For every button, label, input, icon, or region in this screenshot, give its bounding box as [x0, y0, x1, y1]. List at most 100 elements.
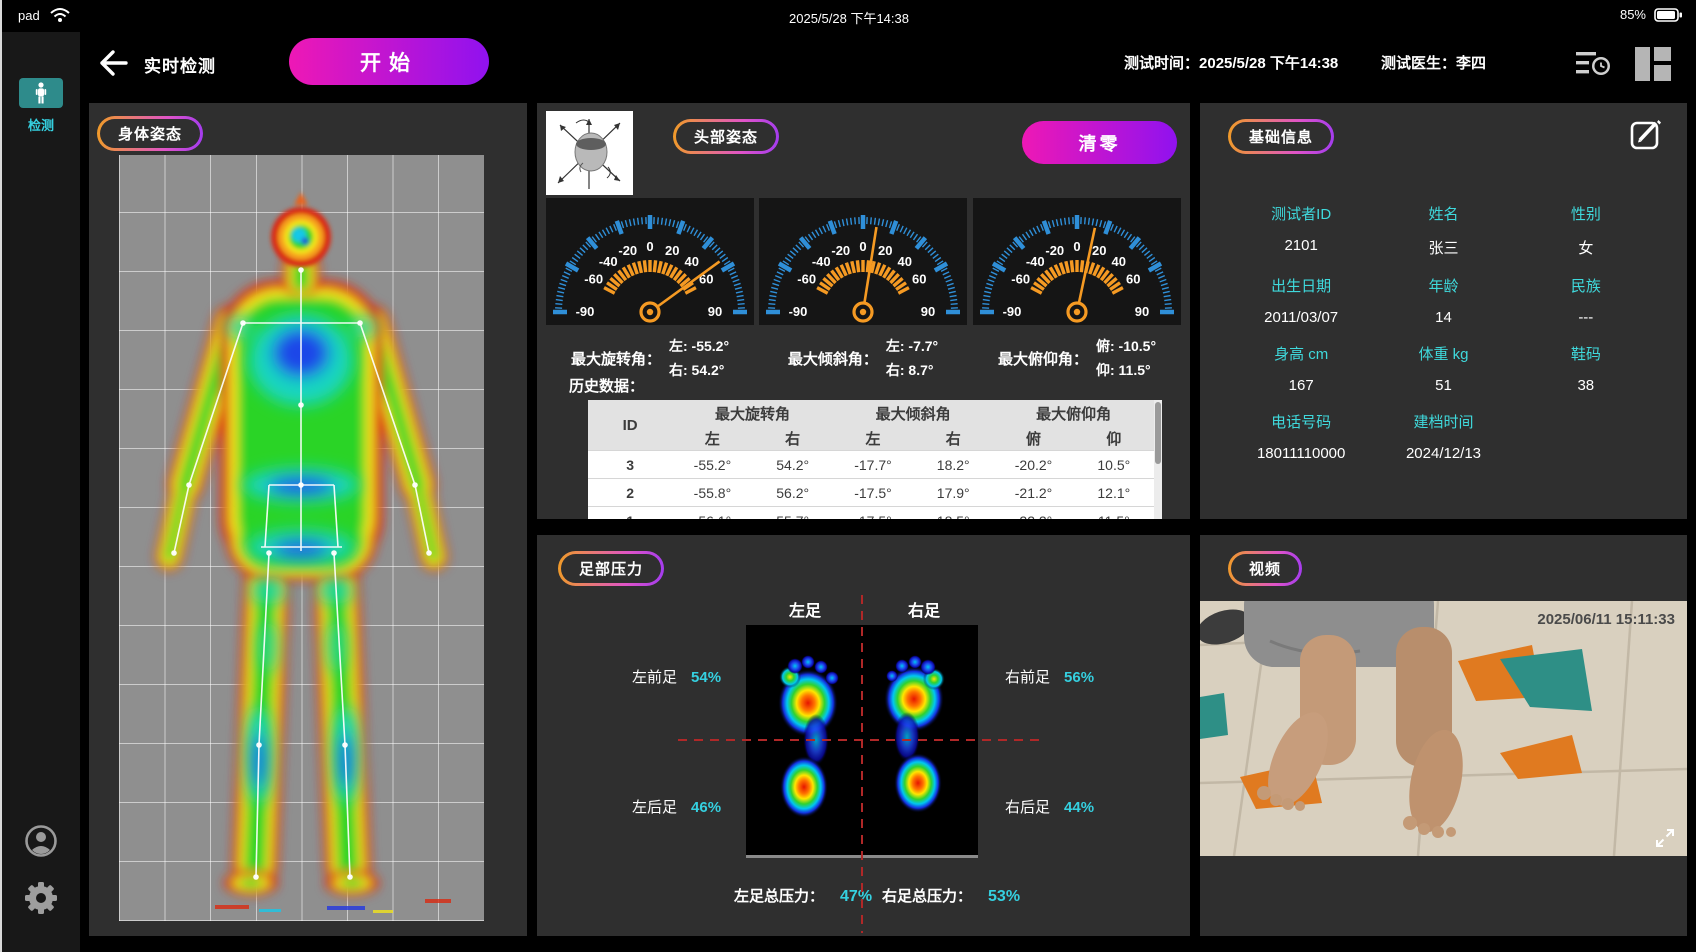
clear-button[interactable]: 清零 — [1022, 121, 1177, 164]
history-cell-id: 2 — [588, 479, 672, 507]
person-icon — [34, 82, 48, 104]
info-field-label: 民族 — [1515, 275, 1657, 296]
max-pitch-metric: 最大俯仰角： 俯: -10.5° 仰: 11.5° — [973, 331, 1181, 385]
metric-value: 46% — [691, 799, 721, 816]
foot-pressure-title-pill: 足部压力 — [558, 551, 664, 586]
start-button[interactable]: 开始 — [289, 38, 489, 85]
svg-text:90: 90 — [1135, 304, 1149, 319]
svg-text:90: 90 — [921, 304, 935, 319]
info-field-value: 2011/03/07 — [1230, 309, 1372, 326]
test-doctor-label: 测试医生： — [1381, 55, 1456, 72]
col-group-pitch: 最大俯仰角 — [993, 400, 1154, 426]
info-field: 性别女 — [1515, 203, 1657, 258]
layout-grid-icon[interactable] — [1633, 45, 1673, 83]
svg-text:60: 60 — [912, 272, 926, 287]
svg-text:0: 0 — [859, 239, 866, 254]
basic-info-title-pill: 基础信息 — [1228, 119, 1334, 154]
sub-header: 仰 — [1074, 426, 1154, 451]
account-icon[interactable] — [24, 824, 58, 858]
info-field-label: 年龄 — [1372, 275, 1514, 296]
metric-label: 右足总压力： — [882, 885, 972, 906]
video-timestamp: 2025/06/11 15:11:33 — [1537, 611, 1675, 628]
body-posture-panel: 身体姿态 — [89, 103, 527, 936]
right-rearfoot-metric: 右后足 44% — [1005, 796, 1094, 817]
history-table: ID 最大旋转角 最大倾斜角 最大俯仰角 左 右 左 右 俯 仰 3-55.2°… — [588, 400, 1162, 519]
metric-value: 53% — [988, 888, 1020, 906]
body-thermal-figure — [119, 155, 484, 921]
info-field-label: 建档时间 — [1372, 411, 1514, 432]
svg-text:20: 20 — [1092, 243, 1106, 258]
app-root: pad 2025/5/28 下午14:38 85% 实时检测 开始 测试时间：2… — [0, 0, 1696, 952]
max-tilt-metric: 最大倾斜角： 左: -7.7° 右: 8.7° — [759, 331, 967, 385]
svg-text:-20: -20 — [831, 243, 850, 258]
test-doctor: 测试医生：李四 — [1381, 52, 1486, 73]
page-title: 实时检测 — [144, 52, 216, 77]
metric-label: 左后足 — [632, 796, 677, 817]
history-row: 1-56.1°55.7°-17.5°18.5°-22.2°11.5° — [588, 507, 1154, 520]
info-field-value: 女 — [1515, 237, 1657, 258]
info-field-label: 性别 — [1515, 203, 1657, 224]
table-scrollbar-thumb[interactable] — [1155, 402, 1161, 464]
svg-text:90: 90 — [708, 304, 722, 319]
svg-text:0: 0 — [646, 239, 653, 254]
metric-line: 左: -7.7° — [886, 336, 938, 356]
info-field-label: 体重 kg — [1372, 343, 1514, 364]
metric-label: 最大倾斜角： — [788, 348, 878, 369]
info-field: 民族--- — [1515, 275, 1657, 326]
history-cell-value: -17.5° — [833, 479, 913, 507]
metric-label: 右后足 — [1005, 796, 1050, 817]
history-cell-value: 18.2° — [913, 451, 993, 479]
video-scene — [1200, 601, 1687, 856]
info-field-value: 2101 — [1230, 237, 1372, 254]
gauge-pitch: -90-60-40-20020406090 — [973, 198, 1181, 325]
col-group-tilt: 最大倾斜角 — [833, 400, 994, 426]
history-cell-value: -21.2° — [993, 479, 1073, 507]
head-posture-title: 头部姿态 — [676, 122, 776, 151]
battery-icon — [1654, 8, 1682, 22]
head-posture-title-pill: 头部姿态 — [673, 119, 779, 154]
test-doctor-value: 李四 — [1456, 55, 1486, 72]
info-field-label: 鞋码 — [1515, 343, 1657, 364]
info-field: 电话号码 18011110000 — [1230, 411, 1372, 462]
sidebar: 检测 — [2, 32, 80, 952]
sub-header: 左 — [672, 426, 752, 451]
body-posture-title-pill: 身体姿态 — [97, 116, 203, 151]
metric-label: 最大俯仰角： — [998, 348, 1088, 369]
metric-line: 仰: 11.5° — [1096, 360, 1156, 380]
history-records-icon[interactable] — [1574, 46, 1612, 82]
metric-line: 右: 8.7° — [886, 360, 938, 380]
info-field: 出生日期 2011/03/07 — [1230, 275, 1372, 326]
body-posture-title: 身体姿态 — [100, 119, 200, 148]
video-title-pill: 视频 — [1228, 551, 1302, 586]
svg-text:0: 0 — [1073, 239, 1080, 254]
info-field-value: 2024/12/13 — [1372, 445, 1514, 462]
history-cell-id: 3 — [588, 451, 672, 479]
table-scrollbar — [1154, 400, 1162, 519]
svg-text:-90: -90 — [1003, 304, 1022, 319]
foot-pressure-title: 足部压力 — [561, 554, 661, 583]
sub-header: 左 — [833, 426, 913, 451]
svg-text:-60: -60 — [1011, 272, 1030, 287]
info-field-label: 姓名 — [1372, 203, 1514, 224]
back-button[interactable] — [97, 48, 129, 78]
sidebar-item-detect[interactable]: 检测 — [2, 78, 80, 134]
left-foot-column-label: 左足 — [789, 597, 821, 621]
edit-icon[interactable] — [1629, 117, 1663, 151]
video-frame[interactable]: 2025/06/11 15:11:33 — [1200, 601, 1687, 856]
svg-text:-40: -40 — [599, 254, 618, 269]
history-cell-value: -55.2° — [672, 451, 752, 479]
col-group-rotation: 最大旋转角 — [672, 400, 833, 426]
fullscreen-expand-icon[interactable] — [1655, 828, 1675, 848]
info-field-value: 14 — [1372, 309, 1514, 326]
basic-info-title: 基础信息 — [1231, 122, 1331, 151]
settings-gear-icon[interactable] — [23, 880, 59, 916]
svg-text:-60: -60 — [797, 272, 816, 287]
center-dashed-line-horizontal — [678, 739, 1046, 741]
info-field-value: 18011110000 — [1230, 445, 1372, 462]
svg-text:40: 40 — [898, 254, 912, 269]
info-field-label: 测试者ID — [1230, 203, 1372, 224]
info-field-label: 电话号码 — [1230, 411, 1372, 432]
metric-value: 47% — [840, 888, 872, 906]
info-field-label: 出生日期 — [1230, 275, 1372, 296]
info-field-value: 38 — [1515, 377, 1657, 394]
